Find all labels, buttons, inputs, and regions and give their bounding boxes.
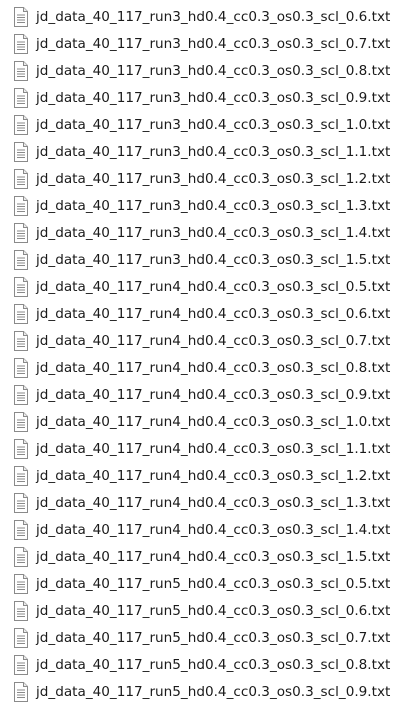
file-name: jd_data_40_117_run4_hd0.4_cc0.3_os0.3_sc… bbox=[36, 332, 391, 349]
file-name: jd_data_40_117_run3_hd0.4_cc0.3_os0.3_sc… bbox=[36, 224, 391, 241]
text-document-icon bbox=[14, 519, 28, 540]
text-document-icon bbox=[14, 627, 28, 648]
file-name: jd_data_40_117_run3_hd0.4_cc0.3_os0.3_sc… bbox=[36, 8, 391, 25]
file-name: jd_data_40_117_run5_hd0.4_cc0.3_os0.3_sc… bbox=[36, 575, 391, 592]
file-list-item[interactable]: jd_data_40_117_run4_hd0.4_cc0.3_os0.3_sc… bbox=[0, 435, 415, 462]
text-document-icon bbox=[14, 276, 28, 297]
file-name: jd_data_40_117_run5_hd0.4_cc0.3_os0.3_sc… bbox=[36, 656, 391, 673]
text-document-icon bbox=[14, 33, 28, 54]
file-list-item[interactable]: jd_data_40_117_run4_hd0.4_cc0.3_os0.3_sc… bbox=[0, 300, 415, 327]
file-name: jd_data_40_117_run4_hd0.4_cc0.3_os0.3_sc… bbox=[36, 467, 391, 484]
text-document-icon bbox=[14, 114, 28, 135]
text-document-icon bbox=[14, 438, 28, 459]
file-name: jd_data_40_117_run4_hd0.4_cc0.3_os0.3_sc… bbox=[36, 359, 391, 376]
file-name: jd_data_40_117_run3_hd0.4_cc0.3_os0.3_sc… bbox=[36, 89, 391, 106]
file-list-item[interactable]: jd_data_40_117_run5_hd0.4_cc0.3_os0.3_sc… bbox=[0, 624, 415, 651]
file-list-item[interactable]: jd_data_40_117_run3_hd0.4_cc0.3_os0.3_sc… bbox=[0, 84, 415, 111]
file-list-item[interactable]: jd_data_40_117_run4_hd0.4_cc0.3_os0.3_sc… bbox=[0, 327, 415, 354]
text-document-icon bbox=[14, 654, 28, 675]
text-document-icon bbox=[14, 222, 28, 243]
text-document-icon bbox=[14, 60, 28, 81]
file-list-item[interactable]: jd_data_40_117_run4_hd0.4_cc0.3_os0.3_sc… bbox=[0, 489, 415, 516]
file-name: jd_data_40_117_run3_hd0.4_cc0.3_os0.3_sc… bbox=[36, 62, 391, 79]
file-name: jd_data_40_117_run5_hd0.4_cc0.3_os0.3_sc… bbox=[36, 602, 391, 619]
file-list-item[interactable]: jd_data_40_117_run3_hd0.4_cc0.3_os0.3_sc… bbox=[0, 30, 415, 57]
text-document-icon bbox=[14, 330, 28, 351]
file-name: jd_data_40_117_run3_hd0.4_cc0.3_os0.3_sc… bbox=[36, 116, 391, 133]
file-list-item[interactable]: jd_data_40_117_run4_hd0.4_cc0.3_os0.3_sc… bbox=[0, 462, 415, 489]
file-list-item[interactable]: jd_data_40_117_run4_hd0.4_cc0.3_os0.3_sc… bbox=[0, 273, 415, 300]
file-list-item[interactable]: jd_data_40_117_run3_hd0.4_cc0.3_os0.3_sc… bbox=[0, 246, 415, 273]
text-document-icon bbox=[14, 681, 28, 702]
file-name: jd_data_40_117_run4_hd0.4_cc0.3_os0.3_sc… bbox=[36, 305, 391, 322]
text-document-icon bbox=[14, 249, 28, 270]
file-name: jd_data_40_117_run4_hd0.4_cc0.3_os0.3_sc… bbox=[36, 548, 391, 565]
file-list-item[interactable]: jd_data_40_117_run5_hd0.4_cc0.3_os0.3_sc… bbox=[0, 570, 415, 597]
file-name: jd_data_40_117_run3_hd0.4_cc0.3_os0.3_sc… bbox=[36, 170, 391, 187]
text-document-icon bbox=[14, 546, 28, 567]
text-document-icon bbox=[14, 465, 28, 486]
text-document-icon bbox=[14, 411, 28, 432]
file-list-item[interactable]: jd_data_40_117_run4_hd0.4_cc0.3_os0.3_sc… bbox=[0, 381, 415, 408]
file-list-item[interactable]: jd_data_40_117_run5_hd0.4_cc0.3_os0.3_sc… bbox=[0, 651, 415, 678]
text-document-icon bbox=[14, 384, 28, 405]
file-list-item[interactable]: jd_data_40_117_run3_hd0.4_cc0.3_os0.3_sc… bbox=[0, 219, 415, 246]
text-document-icon bbox=[14, 168, 28, 189]
file-name: jd_data_40_117_run3_hd0.4_cc0.3_os0.3_sc… bbox=[36, 251, 391, 268]
file-name: jd_data_40_117_run3_hd0.4_cc0.3_os0.3_sc… bbox=[36, 35, 391, 52]
file-list-item[interactable]: jd_data_40_117_run3_hd0.4_cc0.3_os0.3_sc… bbox=[0, 192, 415, 219]
file-list-item[interactable]: jd_data_40_117_run3_hd0.4_cc0.3_os0.3_sc… bbox=[0, 111, 415, 138]
file-name: jd_data_40_117_run4_hd0.4_cc0.3_os0.3_sc… bbox=[36, 440, 391, 457]
file-list-item[interactable]: jd_data_40_117_run4_hd0.4_cc0.3_os0.3_sc… bbox=[0, 354, 415, 381]
text-document-icon bbox=[14, 195, 28, 216]
file-name: jd_data_40_117_run4_hd0.4_cc0.3_os0.3_sc… bbox=[36, 521, 391, 538]
file-name: jd_data_40_117_run4_hd0.4_cc0.3_os0.3_sc… bbox=[36, 494, 391, 511]
file-list-item[interactable]: jd_data_40_117_run4_hd0.4_cc0.3_os0.3_sc… bbox=[0, 516, 415, 543]
text-document-icon bbox=[14, 303, 28, 324]
file-list-item[interactable]: jd_data_40_117_run4_hd0.4_cc0.3_os0.3_sc… bbox=[0, 543, 415, 570]
text-document-icon bbox=[14, 87, 28, 108]
file-list-item[interactable]: jd_data_40_117_run5_hd0.4_cc0.3_os0.3_sc… bbox=[0, 597, 415, 624]
file-name: jd_data_40_117_run4_hd0.4_cc0.3_os0.3_sc… bbox=[36, 413, 391, 430]
text-document-icon bbox=[14, 357, 28, 378]
file-list-item[interactable]: jd_data_40_117_run4_hd0.4_cc0.3_os0.3_sc… bbox=[0, 408, 415, 435]
text-document-icon bbox=[14, 600, 28, 621]
file-name: jd_data_40_117_run4_hd0.4_cc0.3_os0.3_sc… bbox=[36, 386, 391, 403]
file-list-item[interactable]: jd_data_40_117_run3_hd0.4_cc0.3_os0.3_sc… bbox=[0, 57, 415, 84]
text-document-icon bbox=[14, 573, 28, 594]
file-name: jd_data_40_117_run5_hd0.4_cc0.3_os0.3_sc… bbox=[36, 629, 391, 646]
file-list: jd_data_40_117_run3_hd0.4_cc0.3_os0.3_sc… bbox=[0, 3, 415, 705]
file-name: jd_data_40_117_run3_hd0.4_cc0.3_os0.3_sc… bbox=[36, 197, 391, 214]
file-name: jd_data_40_117_run3_hd0.4_cc0.3_os0.3_sc… bbox=[36, 143, 391, 160]
text-document-icon bbox=[14, 141, 28, 162]
file-list-item[interactable]: jd_data_40_117_run5_hd0.4_cc0.3_os0.3_sc… bbox=[0, 678, 415, 705]
file-name: jd_data_40_117_run5_hd0.4_cc0.3_os0.3_sc… bbox=[36, 683, 391, 700]
text-document-icon bbox=[14, 6, 28, 27]
file-name: jd_data_40_117_run4_hd0.4_cc0.3_os0.3_sc… bbox=[36, 278, 391, 295]
text-document-icon bbox=[14, 492, 28, 513]
file-list-item[interactable]: jd_data_40_117_run3_hd0.4_cc0.3_os0.3_sc… bbox=[0, 138, 415, 165]
file-list-item[interactable]: jd_data_40_117_run3_hd0.4_cc0.3_os0.3_sc… bbox=[0, 3, 415, 30]
file-list-item[interactable]: jd_data_40_117_run3_hd0.4_cc0.3_os0.3_sc… bbox=[0, 165, 415, 192]
